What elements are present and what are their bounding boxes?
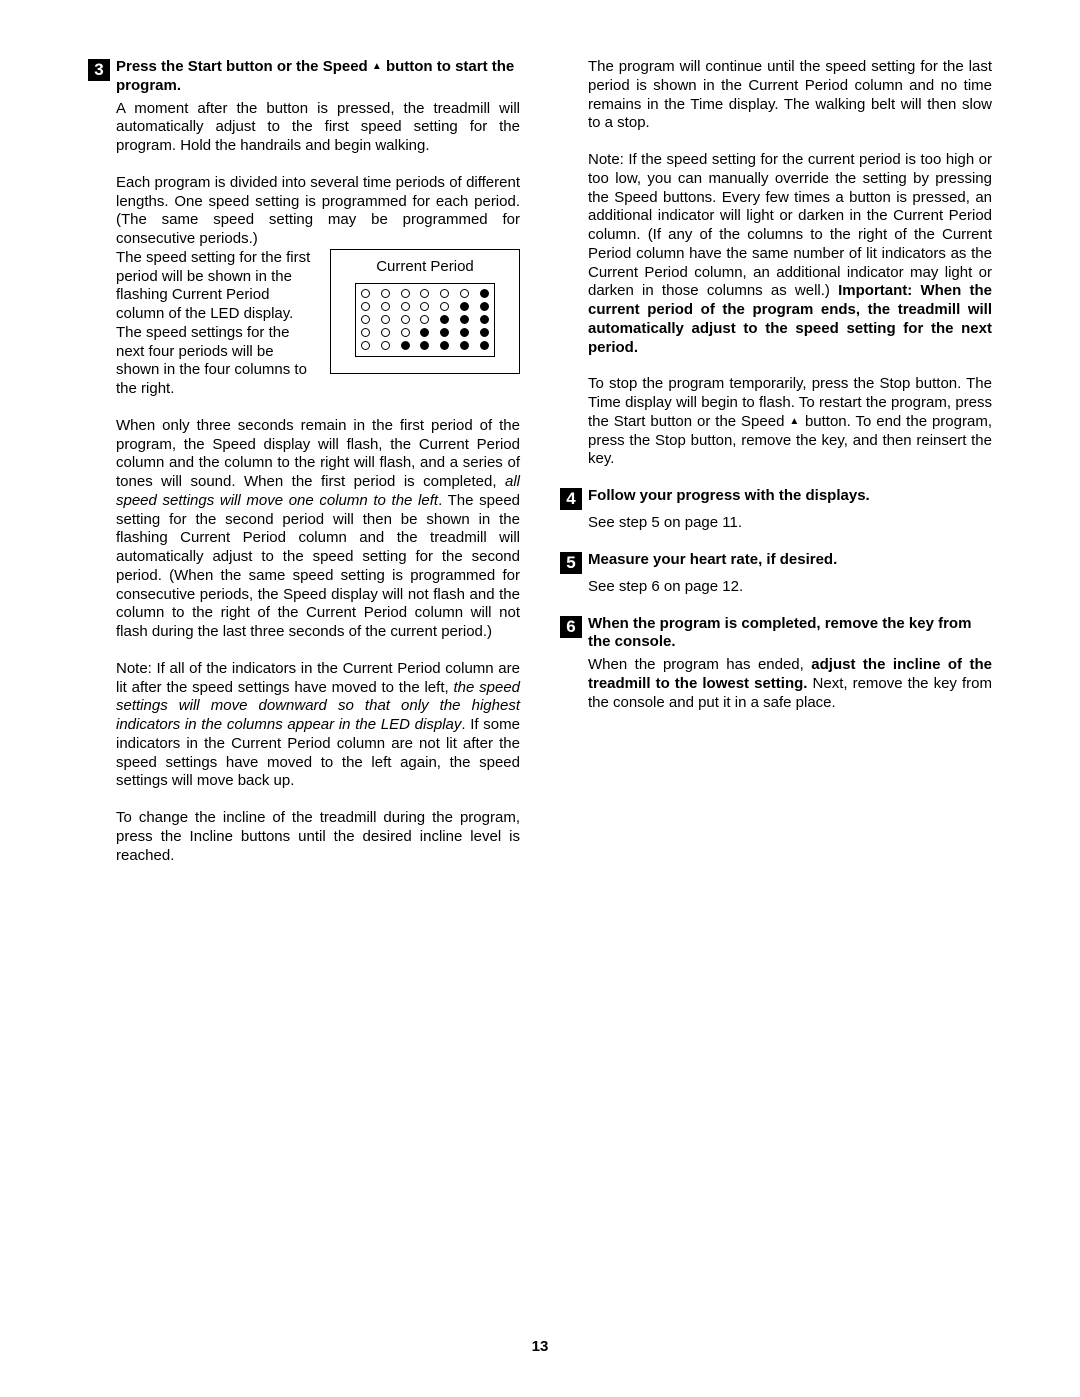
led-dot-off — [420, 289, 429, 298]
led-dot-off — [361, 341, 370, 350]
led-row — [361, 302, 489, 311]
led-dot-on — [480, 302, 489, 311]
led-dot-on — [480, 315, 489, 324]
led-dot-off — [361, 302, 370, 311]
step-6-number: 6 — [560, 616, 582, 638]
step-6-header: 6 When the program is completed, remove … — [560, 615, 992, 653]
led-dot-off — [420, 315, 429, 324]
cont-p2a: Note: If the speed setting for the curre… — [588, 151, 992, 299]
step-4-header: 4 Follow your progress with the displays… — [560, 487, 992, 510]
led-dot-on — [460, 328, 469, 337]
figure-wrap: Current Period The speed setting for the… — [116, 249, 520, 417]
step-5-header: 5 Measure your heart rate, if desired. — [560, 551, 992, 574]
led-dot-on — [440, 315, 449, 324]
step-3-title: Press the Start button or the Speed ▲ bu… — [116, 58, 520, 96]
step-5-number: 5 — [560, 552, 582, 574]
step-4: 4 Follow your progress with the displays… — [560, 487, 992, 533]
current-period-figure: Current Period — [330, 249, 520, 374]
led-dot-off — [381, 328, 390, 337]
led-dot-off — [420, 302, 429, 311]
right-column: The program will continue until the spee… — [560, 58, 992, 883]
step3-p4b: . The speed setting for the second perio… — [116, 492, 520, 640]
step3-continued: The program will continue until the spee… — [588, 58, 992, 469]
led-dot-on — [460, 315, 469, 324]
led-row — [361, 315, 489, 324]
step3-p2: Each program is divided into several tim… — [116, 174, 520, 249]
step-3-header: 3 Press the Start button or the Speed ▲ … — [88, 58, 520, 96]
step-6-body: When the program has ended, adjust the i… — [588, 656, 992, 712]
page-number: 13 — [0, 1338, 1080, 1357]
figure-label: Current Period — [339, 258, 511, 277]
led-dot-off — [361, 289, 370, 298]
led-dot-off — [381, 315, 390, 324]
cont-p2: Note: If the speed setting for the curre… — [588, 151, 992, 357]
step3-p4a: When only three seconds remain in the fi… — [116, 417, 520, 490]
left-column: 3 Press the Start button or the Speed ▲ … — [88, 58, 520, 883]
led-dot-on — [480, 341, 489, 350]
columns: 3 Press the Start button or the Speed ▲ … — [88, 58, 992, 883]
cont-p3: To stop the program temporarily, press t… — [588, 375, 992, 469]
speed-up-icon: ▲ — [372, 61, 382, 72]
led-row — [361, 328, 489, 337]
led-row — [361, 289, 489, 298]
led-dot-off — [361, 328, 370, 337]
led-dot-on — [480, 328, 489, 337]
step-3-number: 3 — [88, 59, 110, 81]
led-dot-off — [381, 289, 390, 298]
speed-up-icon-2: ▲ — [789, 416, 800, 427]
led-dot-on — [480, 289, 489, 298]
led-dot-on — [401, 341, 410, 350]
led-dot-on — [420, 341, 429, 350]
step6-a: When the program has ended, — [588, 656, 811, 673]
led-dot-off — [401, 302, 410, 311]
step-6: 6 When the program is completed, remove … — [560, 615, 992, 713]
led-row — [361, 341, 489, 350]
led-dot-on — [440, 328, 449, 337]
step3-p1: A moment after the button is pressed, th… — [116, 100, 520, 156]
led-dot-on — [460, 302, 469, 311]
step3-p6: To change the incline of the treadmill d… — [116, 809, 520, 865]
step3-p5: Note: If all of the indicators in the Cu… — [116, 660, 520, 791]
page: 3 Press the Start button or the Speed ▲ … — [0, 0, 1080, 1397]
step5-text: See step 6 on page 12. — [588, 578, 992, 597]
led-dot-on — [460, 341, 469, 350]
step4-text: See step 5 on page 11. — [588, 514, 992, 533]
led-dot-off — [460, 289, 469, 298]
step3-p4: When only three seconds remain in the fi… — [116, 417, 520, 642]
step-4-title: Follow your progress with the displays. — [588, 487, 992, 506]
step-6-title: When the program is completed, remove th… — [588, 615, 992, 653]
step-3-body: A moment after the button is pressed, th… — [116, 100, 520, 866]
led-dot-off — [401, 315, 410, 324]
led-dot-off — [381, 341, 390, 350]
step-5: 5 Measure your heart rate, if desired. S… — [560, 551, 992, 597]
led-dot-off — [401, 289, 410, 298]
step-4-number: 4 — [560, 488, 582, 510]
led-dot-on — [420, 328, 429, 337]
led-dot-on — [440, 341, 449, 350]
led-dot-off — [401, 328, 410, 337]
led-dot-off — [440, 289, 449, 298]
step6-text: When the program has ended, adjust the i… — [588, 656, 992, 712]
step-3-title-a: Press the Start button or the Speed — [116, 58, 372, 75]
led-dot-off — [361, 315, 370, 324]
step-5-title: Measure your heart rate, if desired. — [588, 551, 992, 570]
led-dot-off — [440, 302, 449, 311]
led-box — [355, 283, 495, 357]
step-5-body: See step 6 on page 12. — [588, 578, 992, 597]
step-4-body: See step 5 on page 11. — [588, 514, 992, 533]
cont-p1: The program will continue until the spee… — [588, 58, 992, 133]
led-dot-off — [381, 302, 390, 311]
